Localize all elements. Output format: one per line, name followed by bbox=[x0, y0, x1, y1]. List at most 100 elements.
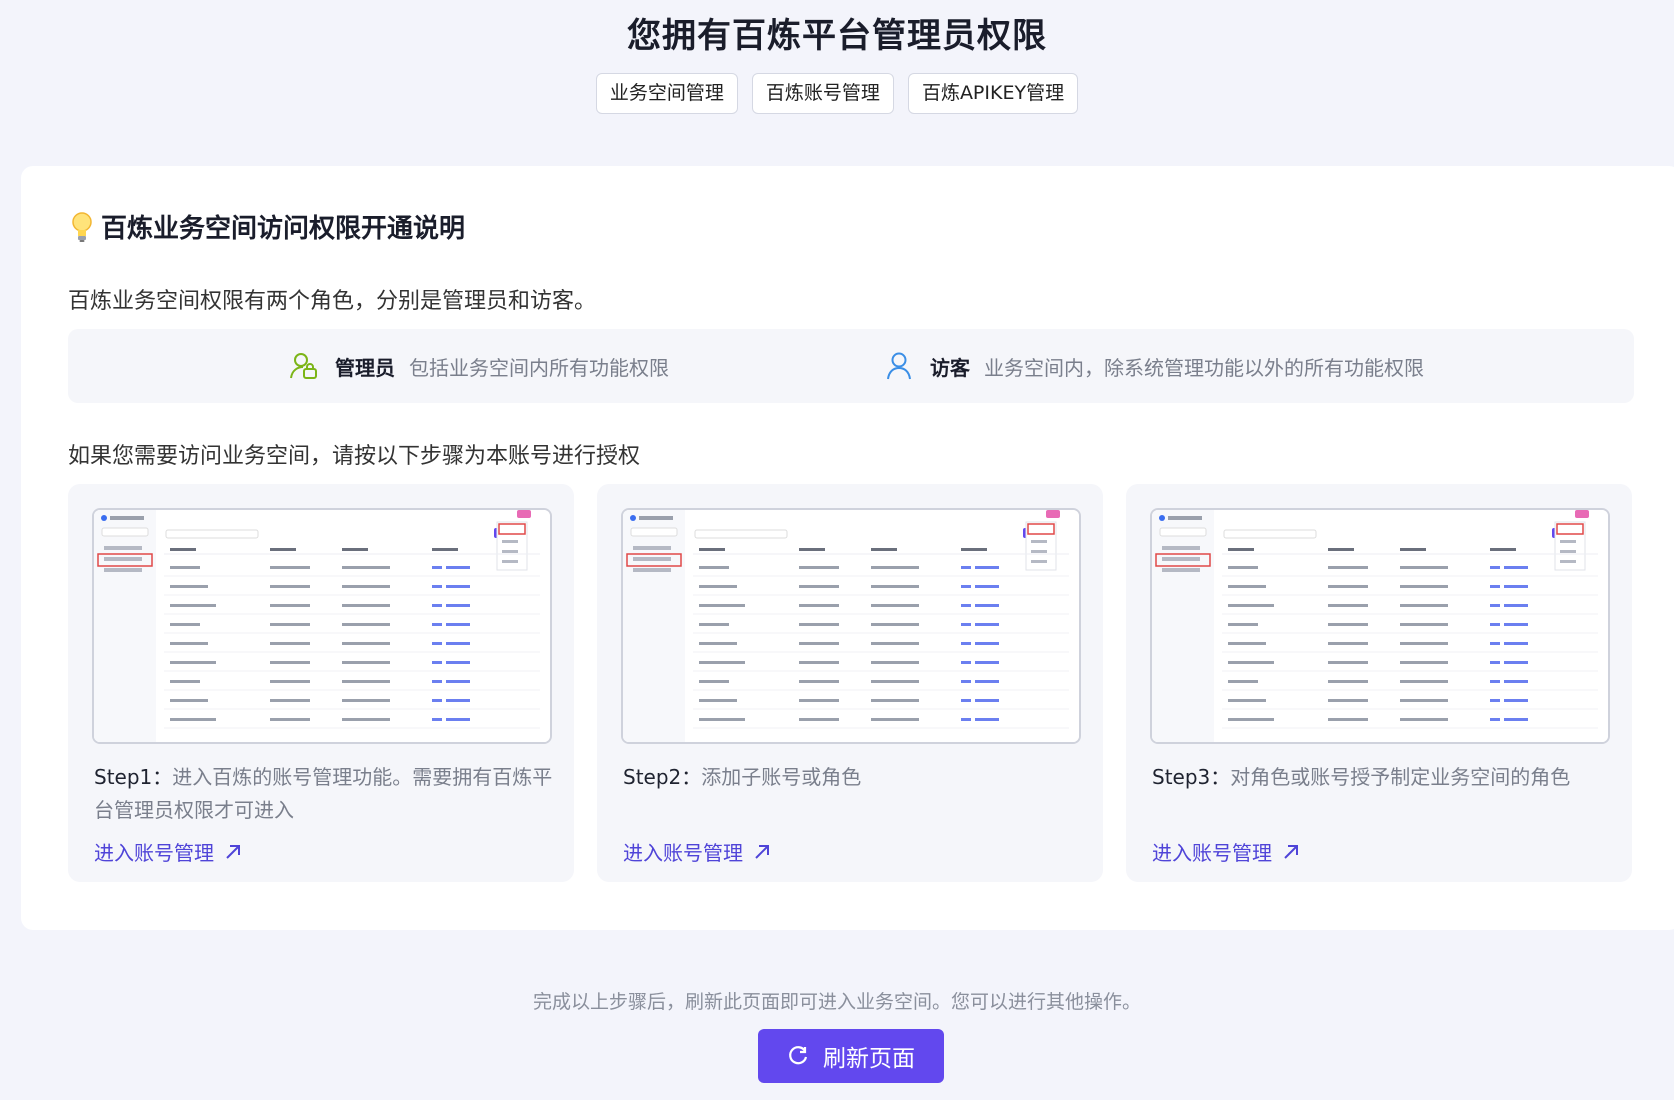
mini-action-link bbox=[446, 642, 470, 645]
mini-cell bbox=[170, 642, 208, 645]
step-screenshot bbox=[621, 508, 1081, 744]
refresh-page-button[interactable]: 刷新页面 bbox=[758, 1029, 944, 1083]
mini-cell bbox=[699, 680, 729, 683]
mini-cell bbox=[342, 699, 390, 702]
mini-action-link bbox=[1490, 642, 1500, 645]
mini-cell bbox=[170, 623, 200, 626]
mini-cell bbox=[170, 661, 216, 664]
mini-action-link bbox=[1490, 623, 1500, 626]
mini-action-link bbox=[975, 718, 999, 721]
card-title: 百炼业务空间访问权限开通说明 bbox=[69, 208, 465, 245]
mini-cell bbox=[1328, 718, 1368, 721]
mini-action-link bbox=[432, 604, 442, 607]
enter-account-management-link[interactable]: 进入账号管理 bbox=[1152, 837, 1300, 866]
mini-action-link bbox=[432, 566, 442, 569]
guest-user-icon bbox=[887, 352, 911, 380]
mini-action-link bbox=[1490, 566, 1500, 569]
mini-search-input bbox=[165, 529, 259, 539]
mini-cell bbox=[342, 661, 390, 664]
tab-workspace-management[interactable]: 业务空间管理 bbox=[595, 73, 738, 114]
mini-action-link bbox=[1490, 699, 1500, 702]
roles-panel: 管理员 包括业务空间内所有功能权限 访客 业务空间内，除系统管理功能以外的所有功… bbox=[68, 329, 1634, 403]
enter-account-management-link[interactable]: 进入账号管理 bbox=[94, 837, 242, 866]
mini-cell bbox=[799, 604, 839, 607]
step-screenshot bbox=[1150, 508, 1610, 744]
mini-action-link bbox=[1504, 623, 1528, 626]
mini-cell bbox=[342, 623, 390, 626]
mini-cell bbox=[1400, 661, 1448, 664]
mini-logo-text bbox=[1168, 516, 1202, 520]
mini-cell bbox=[871, 642, 919, 645]
mini-cell bbox=[699, 718, 745, 721]
mini-cell bbox=[170, 566, 200, 569]
mini-action-link bbox=[446, 661, 470, 664]
mini-sidebar-item bbox=[1162, 557, 1200, 561]
mini-action-link bbox=[975, 585, 999, 588]
footer-note: 完成以上步骤后，刷新此页面即可进入业务空间。您可以进行其他操作。 bbox=[532, 991, 1141, 1013]
enter-account-management-link[interactable]: 进入账号管理 bbox=[623, 837, 771, 866]
role-guest-name: 访客 bbox=[930, 355, 970, 380]
mini-cell bbox=[270, 699, 310, 702]
mini-dropdown-item bbox=[1560, 560, 1576, 563]
mini-action-link bbox=[975, 642, 999, 645]
mini-cell bbox=[1228, 642, 1266, 645]
mini-cell bbox=[342, 680, 390, 683]
mini-cell bbox=[170, 585, 208, 588]
mini-cell bbox=[1328, 623, 1368, 626]
tab-account-management[interactable]: 百炼账号管理 bbox=[751, 73, 894, 114]
mini-cell bbox=[871, 680, 919, 683]
mini-logo-text bbox=[110, 516, 144, 520]
mini-sidebar-item bbox=[104, 546, 142, 550]
mini-action-link bbox=[1504, 718, 1528, 721]
mini-action-link bbox=[961, 718, 971, 721]
mini-action-link bbox=[1504, 585, 1528, 588]
mini-badge bbox=[1046, 510, 1060, 518]
mini-column-header bbox=[270, 548, 296, 551]
mini-sidebar bbox=[94, 510, 156, 742]
mini-cell bbox=[270, 623, 310, 626]
mini-badge bbox=[1575, 510, 1589, 518]
mini-sidebar-item bbox=[104, 557, 142, 561]
mini-column-header bbox=[1400, 548, 1426, 551]
mini-dropdown-item bbox=[502, 540, 518, 543]
mini-dropdown-item bbox=[1560, 540, 1576, 543]
role-admin-desc: 包括业务空间内所有功能权限 bbox=[409, 355, 669, 380]
card-title-text: 百炼业务空间访问权限开通说明 bbox=[101, 214, 466, 244]
mini-action-link bbox=[975, 661, 999, 664]
mini-cell bbox=[1400, 585, 1448, 588]
mini-action-link bbox=[1504, 661, 1528, 664]
mini-cell bbox=[1228, 661, 1274, 664]
mini-cell bbox=[871, 661, 919, 664]
mini-cell bbox=[1400, 642, 1448, 645]
steps-intro: 如果您需要访问业务空间，请按以下步骤为本账号进行授权 bbox=[68, 444, 641, 469]
mini-action-link bbox=[961, 623, 971, 626]
refresh-icon bbox=[789, 1046, 808, 1065]
mini-action-link bbox=[446, 604, 470, 607]
mini-dropdown-item bbox=[1031, 540, 1047, 543]
mini-action-link bbox=[975, 623, 999, 626]
mini-column-header bbox=[432, 548, 458, 551]
mini-action-link bbox=[1490, 680, 1500, 683]
mini-cell bbox=[699, 699, 737, 702]
mini-back-button bbox=[630, 527, 678, 537]
steps-list: Step1：进入百炼的账号管理功能。需要拥有百炼平台管理员权限才可进入 进入账号… bbox=[68, 484, 1634, 882]
mini-logo-icon bbox=[630, 515, 636, 521]
mini-cell bbox=[170, 680, 200, 683]
top-tabs: 业务空间管理 百炼账号管理 百炼APIKEY管理 bbox=[0, 73, 1674, 114]
mini-cell bbox=[1328, 642, 1368, 645]
mini-dropdown-item bbox=[502, 560, 518, 563]
mini-column-header bbox=[699, 548, 725, 551]
mini-cell bbox=[699, 604, 745, 607]
mini-cell bbox=[799, 661, 839, 664]
mini-action-link bbox=[1490, 604, 1500, 607]
step-description: Step3：对角色或账号授予制定业务空间的角色 bbox=[1152, 765, 1571, 789]
role-admin-name: 管理员 bbox=[335, 355, 395, 380]
mini-cell bbox=[342, 585, 390, 588]
mini-cell bbox=[699, 585, 737, 588]
mini-cell bbox=[1228, 699, 1266, 702]
tab-apikey-management[interactable]: 百炼APIKEY管理 bbox=[907, 73, 1079, 114]
mini-dropdown-item bbox=[502, 550, 518, 553]
mini-column-header bbox=[799, 548, 825, 551]
mini-action-link bbox=[961, 661, 971, 664]
mini-cell bbox=[270, 642, 310, 645]
